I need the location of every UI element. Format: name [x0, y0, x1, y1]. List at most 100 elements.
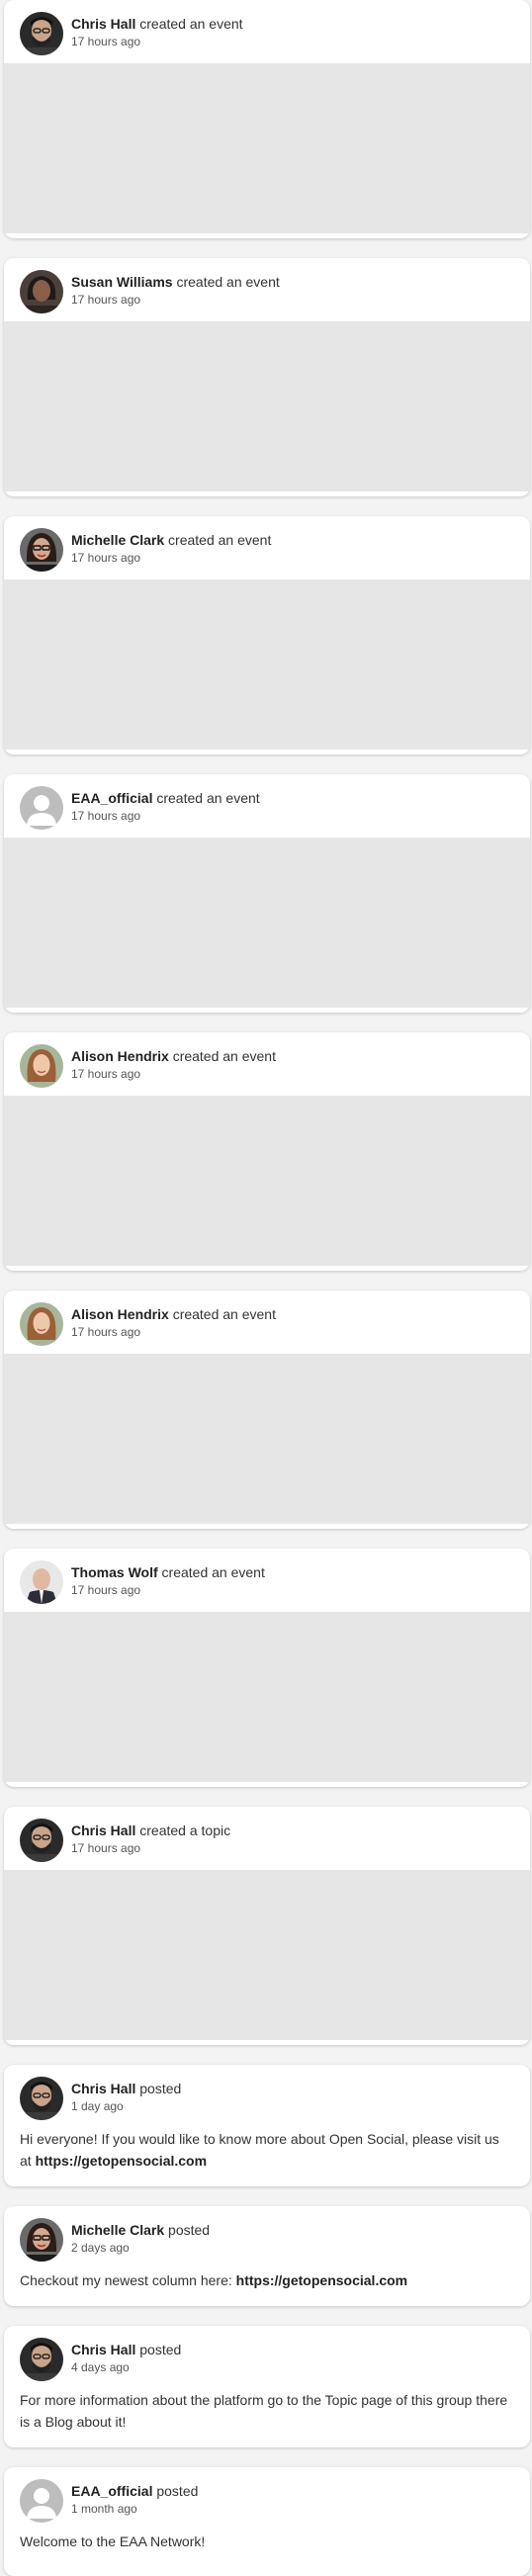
card-header-text: Thomas Wolf created an event 17 hours ag…: [71, 1563, 520, 1598]
michelle-clark-avatar[interactable]: [20, 528, 63, 572]
card-header: EAA_official posted 1 month ago: [4, 2467, 530, 2531]
card-header-text: Chris Hall created an event 17 hours ago: [71, 15, 520, 49]
post-text-content: For more information about the platform …: [20, 2392, 508, 2430]
activity-card-event[interactable]: Thomas Wolf created an event 17 hours ag…: [4, 1549, 530, 1787]
card-header-text: Chris Hall posted 1 day ago: [71, 2080, 520, 2114]
author-link[interactable]: Michelle Clark: [71, 532, 164, 548]
activity-action: created an event: [176, 274, 280, 290]
activity-action: created a topic: [139, 1822, 231, 1838]
chris-hall-avatar[interactable]: [20, 2338, 63, 2381]
timestamp[interactable]: 17 hours ago: [71, 1066, 520, 1082]
card-header: EAA_official created an event 17 hours a…: [4, 774, 530, 838]
michelle-clark-avatar[interactable]: [20, 2218, 63, 2262]
timestamp[interactable]: 17 hours ago: [71, 1582, 520, 1598]
timestamp[interactable]: 17 hours ago: [71, 34, 520, 49]
event-image-placeholder[interactable]: [4, 63, 530, 233]
activity-action: posted: [139, 2081, 182, 2096]
card-header: Michelle Clark created an event 17 hours…: [4, 516, 530, 579]
timestamp[interactable]: 17 hours ago: [71, 1840, 520, 1856]
activity-card-post[interactable]: EAA_official posted 1 month ago Welcome …: [4, 2467, 530, 2576]
timestamp[interactable]: 17 hours ago: [71, 550, 520, 566]
post-text: For more information about the platform …: [20, 2389, 510, 2433]
chris-hall-avatar[interactable]: [20, 12, 63, 55]
author-link[interactable]: EAA_official: [71, 790, 152, 806]
author-link[interactable]: Thomas Wolf: [71, 1564, 158, 1580]
post-text: Welcome to the EAA Network!: [20, 2531, 510, 2552]
author-link[interactable]: Chris Hall: [71, 2342, 135, 2357]
author-link[interactable]: Alison Hendrix: [71, 1048, 169, 1064]
activity-card-post[interactable]: Chris Hall posted 1 day ago Hi everyone!…: [4, 2065, 530, 2186]
event-image-placeholder[interactable]: [4, 1096, 530, 1266]
card-header-text: Chris Hall posted 4 days ago: [71, 2341, 520, 2375]
card-header-text: Michelle Clark created an event 17 hours…: [71, 531, 520, 566]
timestamp[interactable]: 17 hours ago: [71, 1324, 520, 1340]
card-header-text: Chris Hall created a topic 17 hours ago: [71, 1821, 520, 1856]
card-header-text: Alison Hendrix created an event 17 hours…: [71, 1047, 520, 1082]
post-text: Checkout my newest column here: https://…: [20, 2269, 510, 2291]
activity-card-event[interactable]: Chris Hall created an event 17 hours ago: [4, 0, 530, 238]
activity-action: posted: [156, 2483, 199, 2499]
activity-card-event[interactable]: EAA_official created an event 17 hours a…: [4, 774, 530, 1013]
author-link[interactable]: Susan Williams: [71, 274, 173, 290]
chris-hall-avatar[interactable]: [20, 2077, 63, 2120]
post-text: Hi everyone! If you would like to know m…: [20, 2128, 510, 2172]
activity-action: posted: [139, 2342, 182, 2357]
card-header-text: EAA_official posted 1 month ago: [71, 2482, 520, 2517]
activity-card-event[interactable]: Susan Williams created an event 17 hours…: [4, 258, 530, 496]
activity-card-post[interactable]: Chris Hall posted 4 days ago For more in…: [4, 2326, 530, 2447]
activity-card-event[interactable]: Alison Hendrix created an event 17 hours…: [4, 1032, 530, 1271]
event-image-placeholder[interactable]: [4, 838, 530, 1008]
card-header: Chris Hall created an event 17 hours ago: [4, 0, 530, 63]
card-header: Thomas Wolf created an event 17 hours ag…: [4, 1549, 530, 1612]
card-header-text: Alison Hendrix created an event 17 hours…: [71, 1305, 520, 1340]
activity-action: created an event: [172, 1306, 276, 1322]
activity-action: posted: [168, 2222, 211, 2238]
card-header: Alison Hendrix created an event 17 hours…: [4, 1290, 530, 1354]
card-header: Susan Williams created an event 17 hours…: [4, 258, 530, 321]
author-link[interactable]: EAA_official: [71, 2483, 152, 2499]
timestamp[interactable]: 2 days ago: [71, 2240, 520, 2256]
card-header: Michelle Clark posted 2 days ago: [4, 2206, 530, 2269]
event-image-placeholder[interactable]: [4, 321, 530, 491]
activity-card-event[interactable]: Alison Hendrix created an event 17 hours…: [4, 1290, 530, 1529]
susan-williams-avatar[interactable]: [20, 270, 63, 313]
author-link[interactable]: Chris Hall: [71, 1822, 135, 1838]
post-link[interactable]: https://getopensocial.com: [236, 2272, 407, 2288]
card-header-text: Michelle Clark posted 2 days ago: [71, 2221, 520, 2256]
event-image-placeholder[interactable]: [4, 1354, 530, 1524]
card-header-text: Susan Williams created an event 17 hours…: [71, 273, 520, 308]
author-link[interactable]: Alison Hendrix: [71, 1306, 169, 1322]
event-image-placeholder[interactable]: [4, 1612, 530, 1782]
timestamp[interactable]: 17 hours ago: [71, 808, 520, 824]
default-user-avatar[interactable]: [20, 786, 63, 830]
activity-action: created an event: [139, 16, 243, 32]
activity-action: created an event: [172, 1048, 276, 1064]
card-header: Chris Hall posted 1 day ago: [4, 2065, 530, 2128]
post-text-content: Welcome to the EAA Network!: [20, 2533, 206, 2549]
alison-hendrix-avatar[interactable]: [20, 1302, 63, 1346]
alison-hendrix-avatar[interactable]: [20, 1044, 63, 1088]
topic-image-placeholder[interactable]: [4, 1870, 530, 2040]
author-link[interactable]: Chris Hall: [71, 2081, 135, 2096]
activity-card-topic[interactable]: Chris Hall created a topic 17 hours ago: [4, 1807, 530, 2045]
post-link[interactable]: https://getopensocial.com: [36, 2153, 207, 2169]
timestamp[interactable]: 1 month ago: [71, 2501, 520, 2517]
chris-hall-avatar[interactable]: [20, 1819, 63, 1862]
timestamp[interactable]: 4 days ago: [71, 2359, 520, 2375]
author-link[interactable]: Chris Hall: [71, 16, 135, 32]
activity-action: created an event: [161, 1564, 265, 1580]
activity-card-post[interactable]: Michelle Clark posted 2 days ago Checkou…: [4, 2206, 530, 2306]
timestamp[interactable]: 17 hours ago: [71, 292, 520, 308]
card-header: Alison Hendrix created an event 17 hours…: [4, 1032, 530, 1096]
activity-action: created an event: [168, 532, 272, 548]
author-link[interactable]: Michelle Clark: [71, 2222, 164, 2238]
activity-action: created an event: [156, 790, 260, 806]
activity-card-event[interactable]: Michelle Clark created an event 17 hours…: [4, 516, 530, 755]
card-header: Chris Hall created a topic 17 hours ago: [4, 1807, 530, 1870]
event-image-placeholder[interactable]: [4, 579, 530, 750]
card-header-text: EAA_official created an event 17 hours a…: [71, 789, 520, 824]
default-user-avatar[interactable]: [20, 2479, 63, 2523]
timestamp[interactable]: 1 day ago: [71, 2098, 520, 2114]
post-text-content: Checkout my newest column here:: [20, 2272, 236, 2288]
thomas-wolf-avatar[interactable]: [20, 1560, 63, 1604]
